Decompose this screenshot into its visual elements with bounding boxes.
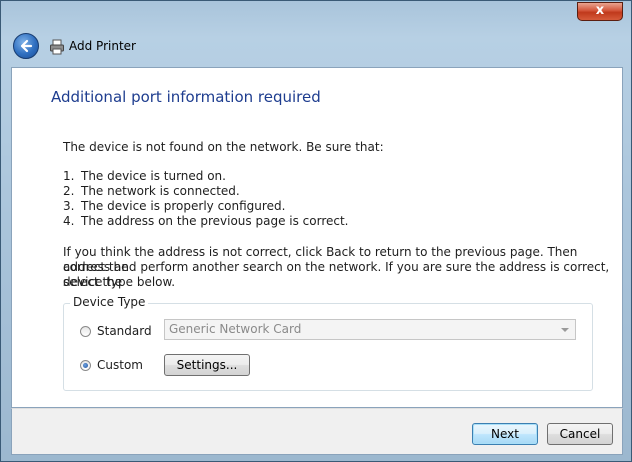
- standard-radio[interactable]: [80, 325, 91, 337]
- back-arrow-icon: [20, 39, 33, 53]
- close-icon: x: [595, 3, 605, 18]
- custom-radio-row[interactable]: Custom: [80, 358, 143, 372]
- standard-device-value: Generic Network Card: [169, 322, 302, 336]
- close-button[interactable]: x: [577, 2, 623, 21]
- device-type-group: Device Type Standard Generic Network Car…: [63, 295, 593, 391]
- custom-radio[interactable]: [80, 359, 91, 371]
- next-button[interactable]: Next: [472, 423, 538, 445]
- standard-device-select: Generic Network Card: [164, 319, 576, 340]
- custom-label: Custom: [97, 358, 143, 372]
- checklist-item: 3. The device is properly configured.: [63, 199, 286, 213]
- navigation-bar: Add Printer: [9, 29, 625, 65]
- cancel-button[interactable]: Cancel: [547, 423, 613, 445]
- add-printer-window: x Add Printer Additional port informatio…: [0, 0, 632, 462]
- chevron-down-icon: [561, 328, 569, 332]
- window-title: Add Printer: [69, 39, 136, 53]
- checklist-item: 1. The device is turned on.: [63, 169, 226, 183]
- settings-button[interactable]: Settings...: [164, 354, 250, 376]
- content-pane: Additional port information required The…: [11, 67, 623, 408]
- standard-radio-row[interactable]: Standard: [80, 324, 152, 338]
- checklist-item: 4. The address on the previous page is co…: [63, 214, 349, 228]
- intro-text: The device is not found on the network. …: [63, 140, 384, 154]
- wizard-footer: Next Cancel: [11, 408, 623, 455]
- checklist-item: 2. The network is connected.: [63, 184, 240, 198]
- standard-label: Standard: [97, 324, 152, 338]
- device-type-legend: Device Type: [70, 295, 149, 309]
- page-title: Additional port information required: [51, 88, 321, 106]
- back-button[interactable]: [13, 33, 39, 59]
- printer-icon: [50, 39, 64, 55]
- instructions-line: device type below.: [63, 275, 176, 289]
